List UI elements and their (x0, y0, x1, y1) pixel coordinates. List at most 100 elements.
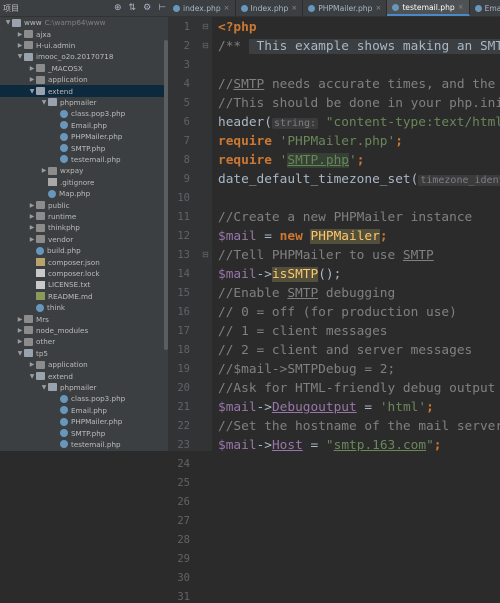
tree-item[interactable]: Map.php (0, 188, 168, 199)
tree-item-label: README.md (48, 291, 93, 301)
tree-item[interactable]: ▶ runtime (0, 211, 168, 222)
hide-icon[interactable]: ⊢ (156, 3, 168, 13)
tree-item[interactable]: ▶ node_modules (0, 325, 168, 336)
tree-item-label: application (48, 360, 88, 370)
code-token: // (218, 77, 234, 92)
settings-icon[interactable]: ⚙ (141, 3, 153, 13)
expanded-arrow-icon[interactable]: ▼ (40, 384, 48, 391)
tree-item[interactable]: ▶ thinkphp (0, 222, 168, 233)
collapsed-arrow-icon[interactable]: ▶ (28, 202, 36, 209)
tree-item[interactable]: ▶ other (0, 336, 168, 347)
tree-item[interactable]: PHPMailer.php (0, 416, 168, 427)
tree-item[interactable]: testemail.php (0, 154, 168, 165)
tree-item[interactable]: ▶ _MACOSX (0, 63, 168, 74)
editor-tab[interactable]: testemail.php × (387, 0, 470, 16)
gen-file-icon (48, 178, 57, 187)
tree-item[interactable]: ▶ Mrs (0, 313, 168, 324)
tree-item[interactable]: class.pop3.php (0, 393, 168, 404)
close-tab-icon[interactable]: × (458, 3, 464, 11)
line-number: 6 (183, 116, 190, 128)
line-number: 31 (177, 591, 190, 603)
tree-item[interactable]: SMTP.php (0, 142, 168, 153)
tree-item[interactable]: ▶ application (0, 359, 168, 370)
code-token: " (325, 438, 334, 451)
php-file-icon (36, 246, 44, 255)
tree-item[interactable]: composer.lock (0, 268, 168, 279)
editor-tab[interactable]: index.php × (168, 0, 236, 16)
tree-item[interactable]: think (0, 302, 168, 313)
expanded-arrow-icon[interactable]: ▼ (28, 373, 36, 380)
tree-item[interactable]: ▶ public (0, 199, 168, 210)
fold-marker-icon[interactable]: ⊟ (202, 22, 211, 31)
folder-icon (24, 52, 33, 61)
tree-item[interactable]: build.php (0, 245, 168, 256)
code-editor[interactable]: <?php /** This example shows making an SM… (218, 17, 500, 451)
collapsed-arrow-icon[interactable]: ▶ (28, 224, 36, 231)
code-token: $mail (218, 229, 257, 244)
tree-item[interactable]: ▼ phpmailer (0, 382, 168, 393)
tree-item-label: class.pop3.php (71, 394, 126, 404)
tree-item[interactable]: ▼ extend (0, 370, 168, 381)
tree-item[interactable]: composer.json (0, 256, 168, 267)
tree-item-label: SMTP.php (71, 428, 106, 438)
tree-item-label: www (24, 18, 42, 28)
collapsed-arrow-icon[interactable]: ▶ (16, 31, 24, 38)
tree-item[interactable]: testemail.php (0, 439, 168, 450)
tree-item[interactable]: ▼ tp5 (0, 348, 168, 359)
expanded-arrow-icon[interactable]: ▼ (28, 88, 36, 95)
tree-item[interactable]: ▶ H-ui.admin (0, 40, 168, 51)
expanded-arrow-icon[interactable]: ▼ (16, 53, 24, 60)
editor-tab[interactable]: PHPMailer.php × (303, 0, 388, 16)
collapsed-arrow-icon[interactable]: ▶ (28, 65, 36, 72)
tree-item[interactable]: Email.php (0, 120, 168, 131)
collapsed-arrow-icon[interactable]: ▶ (16, 316, 24, 323)
php-file-icon (60, 144, 68, 153)
project-panel-title[interactable]: 项目 (3, 3, 19, 14)
line-number: 19 (177, 363, 190, 375)
tree-item[interactable]: README.md (0, 291, 168, 302)
line-number: 1 (183, 21, 190, 33)
code-line: require 'SMTP.php'; (218, 151, 364, 170)
collapsed-arrow-icon[interactable]: ▶ (16, 327, 24, 334)
code-token: "content-type:text/html;char (325, 115, 500, 130)
tree-item[interactable]: ▼ extend (0, 85, 168, 97)
editor-tab[interactable]: Email.php× (470, 0, 500, 16)
code-token: isSMTP (271, 267, 319, 282)
editor-tab[interactable]: Index.php × (236, 0, 304, 16)
collapsed-arrow-icon[interactable]: ▶ (28, 361, 36, 368)
collapsed-arrow-icon[interactable]: ▶ (16, 338, 24, 345)
close-tab-icon[interactable]: × (224, 4, 230, 12)
code-token: $mail (218, 438, 257, 451)
tree-item[interactable]: ▼ imooc_o2o.20170718 (0, 51, 168, 62)
fold-marker-icon[interactable]: ⊟ (202, 41, 211, 50)
collapsed-arrow-icon[interactable]: ▶ (28, 236, 36, 243)
tree-item[interactable]: ▼ www C:\wamp64\www (0, 17, 168, 28)
tree-item[interactable]: class.pop3.php (0, 108, 168, 119)
tree-item[interactable]: .gitignore (0, 177, 168, 188)
tree-item[interactable]: Email.php (0, 405, 168, 416)
code-line: $mail->Host = "smtp.163.com"; (218, 436, 442, 451)
tree-item[interactable]: SMTP.php (0, 427, 168, 438)
collapsed-arrow-icon[interactable]: ▶ (28, 213, 36, 220)
fold-marker-icon[interactable]: ⊟ (202, 250, 211, 259)
collapsed-arrow-icon[interactable]: ▶ (16, 42, 24, 49)
expanded-arrow-icon[interactable]: ▼ (4, 19, 12, 26)
tree-item[interactable]: PHPMailer.php (0, 131, 168, 142)
tree-item[interactable]: ▶ ajxa (0, 28, 168, 39)
close-tab-icon[interactable]: × (291, 4, 297, 12)
expanded-arrow-icon[interactable]: ▼ (16, 350, 24, 357)
close-tab-icon[interactable]: × (375, 4, 381, 12)
collapse-icon[interactable]: ⇅ (127, 3, 139, 13)
tree-item-label: other (36, 337, 56, 347)
expanded-arrow-icon[interactable]: ▼ (40, 99, 48, 106)
code-token: -> (256, 438, 272, 451)
tree-item[interactable]: ▼ phpmailer (0, 97, 168, 108)
tree-item[interactable]: ▶ application (0, 74, 168, 85)
collapsed-arrow-icon[interactable]: ▶ (40, 167, 48, 174)
tree-item-label: .gitignore (60, 177, 95, 187)
tree-item[interactable]: ▶ wxpay (0, 165, 168, 176)
target-icon[interactable]: ⊕ (112, 3, 124, 13)
tree-item[interactable]: ▶ vendor (0, 234, 168, 245)
tree-item[interactable]: LICENSE.txt (0, 279, 168, 290)
collapsed-arrow-icon[interactable]: ▶ (28, 76, 36, 83)
